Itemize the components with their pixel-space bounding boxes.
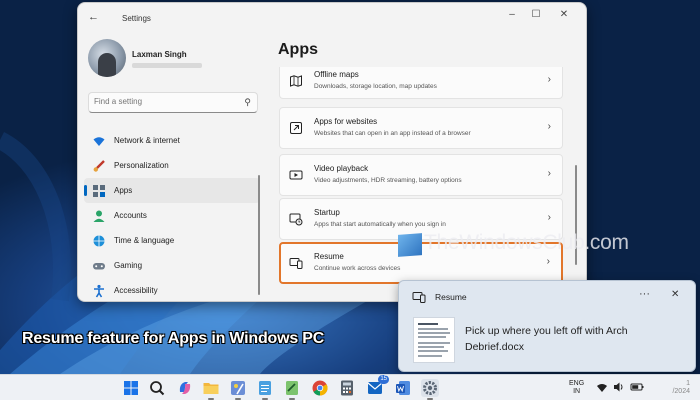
- card-title: Video playback: [314, 164, 369, 173]
- clock-time: 1: [686, 380, 690, 387]
- sidebar-item-time-language[interactable]: Time & language: [84, 228, 260, 253]
- globe-clock-icon: [92, 234, 106, 248]
- sidebar-item-label: Network & internet: [114, 136, 180, 145]
- watermark: TheWindowsClub.com: [398, 230, 698, 260]
- card-description: Continue work across devices: [314, 265, 401, 272]
- video-icon: [289, 168, 303, 182]
- sidebar-item-label: Time & language: [114, 236, 175, 245]
- avatar: [88, 39, 126, 77]
- card-description: Websites that can open in an app instead…: [314, 130, 471, 137]
- sidebar-item-label: Gaming: [114, 261, 143, 270]
- card-title: Resume: [314, 252, 344, 261]
- clock-date: /2024: [672, 388, 690, 395]
- word-icon[interactable]: [394, 379, 412, 397]
- gamepad-icon: [92, 259, 106, 273]
- settings-icon[interactable]: [421, 379, 439, 400]
- search-box[interactable]: ⚲: [88, 92, 258, 113]
- minimize-button[interactable]: –: [502, 9, 522, 20]
- more-options-button[interactable]: ···: [639, 288, 650, 300]
- battery-icon[interactable]: [630, 380, 644, 394]
- notepad-icon[interactable]: [256, 379, 274, 400]
- card-description: Apps that start automatically when you s…: [314, 221, 446, 228]
- selection-indicator: [84, 185, 87, 196]
- sidebar-item-network[interactable]: Network & internet: [84, 128, 260, 153]
- wifi-icon: [92, 134, 106, 148]
- card-title: Offline maps: [314, 70, 359, 79]
- sidebar-item-label: Apps: [114, 186, 133, 195]
- image-caption: Resume feature for Apps in Windows PC: [22, 330, 325, 347]
- file-explorer-icon[interactable]: [202, 379, 220, 400]
- chevron-right-icon: ›: [547, 121, 551, 132]
- chrome-icon[interactable]: [311, 379, 329, 397]
- accessibility-icon: [92, 284, 106, 298]
- card-title: Apps for websites: [314, 117, 378, 126]
- taskbar: 15 ENG IN 1 /2024: [0, 374, 700, 400]
- windows-start-icon[interactable]: [122, 379, 140, 397]
- language-indicator[interactable]: ENG IN: [569, 380, 584, 396]
- user-email-redacted: [132, 63, 202, 68]
- sidebar-item-label: Personalization: [114, 161, 169, 170]
- sidebar-nav: Network & internet Personalization Apps …: [84, 128, 260, 301]
- card-description: Downloads, storage location, map updates: [314, 83, 437, 90]
- user-name: Laxman Singh: [132, 50, 187, 59]
- clock[interactable]: 1 /2024: [656, 380, 690, 396]
- resume-icon: [412, 290, 426, 304]
- sidebar-item-gaming[interactable]: Gaming: [84, 253, 260, 278]
- watermark-text: TheWindowsClub.com: [424, 231, 629, 254]
- title-bar: ← Settings – ☐ ✕: [78, 3, 586, 33]
- sidebar-item-personalization[interactable]: Personalization: [84, 153, 260, 178]
- sidebar-item-label: Accessibility: [114, 286, 158, 295]
- card-video-playback[interactable]: Video playback Video adjustments, HDR st…: [279, 154, 563, 196]
- settings-list: Offline maps Downloads, storage location…: [279, 67, 563, 301]
- chevron-right-icon: ›: [547, 168, 551, 179]
- language-code: ENG: [569, 380, 585, 387]
- sidebar-item-accessibility[interactable]: Accessibility: [84, 278, 260, 301]
- sidebar-item-label: Accounts: [114, 211, 147, 220]
- brush-icon: [92, 159, 106, 173]
- window-title: Settings: [122, 14, 151, 23]
- document-thumbnail: [413, 317, 455, 363]
- volume-icon[interactable]: [613, 380, 625, 394]
- resume-notification[interactable]: Resume ··· ✕ Pick up where you left off …: [398, 280, 696, 372]
- language-region: IN: [573, 388, 581, 395]
- close-notification-button[interactable]: ✕: [671, 289, 679, 300]
- notification-app-name: Resume: [435, 292, 467, 302]
- page-title: Apps: [278, 41, 318, 58]
- search-input[interactable]: [94, 97, 234, 106]
- resume-icon: [289, 256, 303, 270]
- notepad-plus-icon[interactable]: [283, 379, 301, 400]
- startup-icon: [289, 212, 303, 226]
- wifi-icon[interactable]: [596, 380, 608, 394]
- calculator-icon[interactable]: [338, 379, 356, 397]
- sidebar-item-accounts[interactable]: Accounts: [84, 203, 260, 228]
- watermark-logo-icon: [398, 233, 422, 257]
- open-in-app-icon: [289, 121, 303, 135]
- card-apps-for-websites[interactable]: Apps for websites Websites that can open…: [279, 107, 563, 149]
- chevron-right-icon: ›: [547, 74, 551, 85]
- card-title: Startup: [314, 208, 340, 217]
- sidebar-scrollbar[interactable]: [258, 175, 260, 295]
- search-icon[interactable]: ⚲: [244, 97, 251, 108]
- card-offline-maps[interactable]: Offline maps Downloads, storage location…: [279, 67, 563, 99]
- maximize-button[interactable]: ☐: [526, 9, 546, 20]
- map-icon: [289, 74, 303, 88]
- notification-message: Pick up where you left off with Arch Deb…: [465, 325, 628, 353]
- outlook-icon[interactable]: 15: [366, 375, 389, 397]
- back-arrow-icon[interactable]: ←: [88, 11, 99, 23]
- apps-icon: [92, 184, 106, 198]
- search-icon[interactable]: [148, 379, 166, 397]
- paint-icon[interactable]: [229, 379, 247, 400]
- copilot-icon[interactable]: [176, 379, 194, 397]
- close-button[interactable]: ✕: [554, 9, 574, 20]
- notification-badge: 15: [378, 375, 389, 384]
- sidebar-item-apps[interactable]: Apps: [84, 178, 260, 203]
- card-description: Video adjustments, HDR streaming, batter…: [314, 177, 462, 184]
- chevron-right-icon: ›: [547, 212, 551, 223]
- person-icon: [92, 209, 106, 223]
